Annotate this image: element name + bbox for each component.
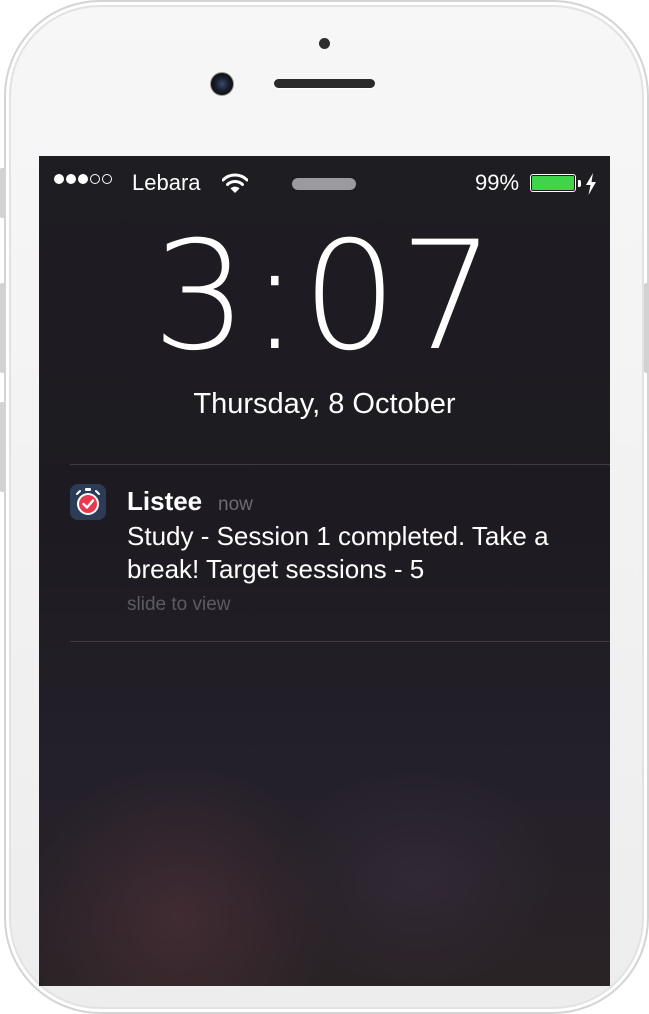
battery-level-fill — [532, 176, 574, 190]
notification-message: Study - Session 1 completed. Take a brea… — [127, 521, 549, 584]
notification-item[interactable]: Listee now Study - Session 1 completed. … — [70, 464, 610, 644]
earpiece-speaker — [274, 79, 375, 88]
lock-screen[interactable]: Lebara 99% 3:07 Thursday, 8 October List… — [39, 156, 610, 986]
notification-time: now — [218, 494, 253, 515]
notification-center-grabber[interactable] — [292, 178, 356, 190]
signal-strength-icon — [54, 174, 112, 184]
battery-icon — [530, 174, 576, 192]
notification-divider-bottom — [70, 641, 610, 642]
volume-up-button — [0, 283, 5, 373]
carrier-name: Lebara — [132, 170, 201, 195]
stopwatch-icon — [70, 484, 106, 520]
bolt-icon — [586, 173, 596, 195]
slide-to-view-hint[interactable]: slide to view — [127, 594, 231, 616]
front-camera — [210, 72, 234, 96]
mute-switch — [0, 168, 5, 218]
notification-app-name: Listee — [127, 486, 203, 516]
lock-screen-clock: 3:07 — [152, 210, 497, 384]
battery-percentage: 99% — [475, 170, 520, 195]
status-bar: Lebara 99% — [39, 156, 610, 212]
proximity-sensor — [319, 38, 330, 49]
power-button — [644, 283, 649, 373]
lock-screen-date: Thursday, 8 October — [193, 388, 456, 420]
battery-tip — [578, 180, 581, 187]
wifi-icon — [222, 173, 248, 193]
volume-down-button — [0, 402, 5, 492]
